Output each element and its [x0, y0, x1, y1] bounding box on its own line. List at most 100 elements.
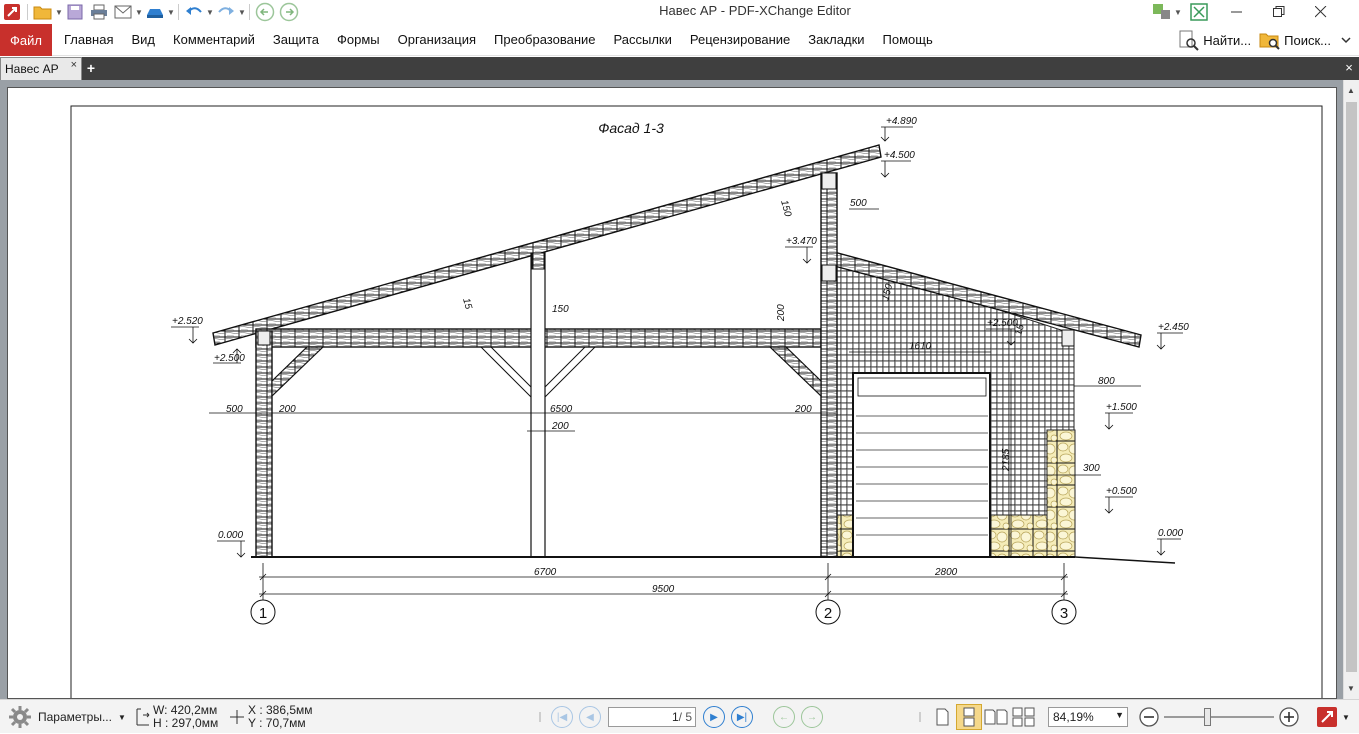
menu-item-4[interactable]: Формы [328, 24, 389, 56]
menu-item-6[interactable]: Преобразование [485, 24, 605, 56]
tab-close-icon[interactable]: × [71, 59, 77, 71]
two-page-continuous-icon[interactable] [1011, 705, 1037, 729]
app-logo-icon[interactable] [1, 1, 23, 23]
menu-item-9[interactable]: Закладки [799, 24, 873, 56]
elev-2500-left: +2.500 [214, 353, 245, 364]
zoom-in-icon[interactable] [1278, 706, 1300, 728]
pdf-dropdown-icon[interactable]: ▼ [1342, 713, 1350, 722]
menu-item-3[interactable]: Защита [264, 24, 328, 56]
redo-icon[interactable] [215, 1, 237, 23]
restore-button[interactable] [1258, 0, 1300, 24]
document-tab-label: Навес АР [5, 62, 59, 76]
status-bar: Параметры... ▼ W: 420,2мм H : 297,0мм X … [0, 699, 1359, 733]
prev-page-button[interactable]: ◀ [579, 706, 601, 728]
search-button[interactable]: Поиск... [1255, 29, 1335, 51]
page-layout-tools [918, 700, 1038, 734]
print-icon[interactable] [88, 1, 110, 23]
menu-item-5[interactable]: Организация [389, 24, 485, 56]
save-icon[interactable] [64, 1, 86, 23]
undo-dropdown-icon[interactable]: ▼ [206, 1, 214, 23]
options-button[interactable]: Параметры... ▼ [8, 700, 126, 734]
brace-left [271, 346, 325, 398]
continuous-page-button[interactable] [956, 704, 982, 730]
options-dropdown-icon[interactable]: ▼ [118, 713, 126, 722]
zoom-slider[interactable] [1164, 707, 1274, 727]
document-viewport[interactable]: Фасад 1-3 +4.890 +4.500 +3.470 +2.520 +2… [0, 80, 1343, 702]
dim-500-left: 500 [226, 404, 243, 415]
last-page-button[interactable]: ▶| [731, 706, 753, 728]
post-middle [530, 252, 546, 558]
first-page-button[interactable]: |◀ [551, 706, 573, 728]
page-navigation: |◀ ◀ 1 / 5 ▶ ▶| ← → [538, 700, 826, 734]
zoom-select[interactable]: 84,19% ▼ [1048, 707, 1128, 727]
customize-icon[interactable] [1151, 1, 1173, 23]
menu-item-0[interactable]: Главная [55, 24, 122, 56]
elev-2500-right: +2.500 [987, 318, 1018, 329]
scan-dropdown-icon[interactable]: ▼ [167, 1, 175, 23]
email-icon[interactable] [112, 1, 134, 23]
elev-0500: +0.500 [1106, 486, 1137, 497]
pdf-page: Фасад 1-3 +4.890 +4.500 +3.470 +2.520 +2… [7, 87, 1337, 702]
file-menu-button[interactable]: Файл [0, 24, 52, 56]
separator [178, 4, 179, 20]
cursor-y: Y : 70,7мм [248, 716, 306, 730]
facade-drawing: Фасад 1-3 +4.890+4.500+3.470+2.520+2.500… [70, 105, 1323, 702]
email-dropdown-icon[interactable]: ▼ [135, 1, 143, 23]
nav-grip-icon [539, 712, 541, 722]
zoom-value: 84,19% [1053, 710, 1094, 724]
dim-1610: 1610 [909, 341, 932, 352]
gear-icon [9, 706, 31, 728]
pdf-icon[interactable] [1316, 706, 1338, 728]
customize-dropdown-icon[interactable]: ▼ [1174, 1, 1182, 23]
next-page-button[interactable]: ▶ [703, 706, 725, 728]
layout-grip-icon [919, 712, 921, 722]
open-folder-icon[interactable] [32, 1, 54, 23]
page-size-icon [136, 708, 150, 726]
menu-bar: Файл Главная Вид Комментарий Защита Формы Орг… [0, 24, 1359, 56]
back-arrow-icon[interactable] [254, 1, 276, 23]
stone-cladding-left [836, 514, 854, 558]
page-number-input[interactable]: 1 / 5 [608, 707, 696, 727]
menu-item-2[interactable]: Комментарий [164, 24, 264, 56]
menu-item-7[interactable]: Рассылки [605, 24, 681, 56]
vertical-scrollbar[interactable]: ▲ ▼ [1343, 80, 1359, 699]
scan-icon[interactable] [144, 1, 166, 23]
open-dropdown-icon[interactable]: ▼ [55, 1, 63, 23]
zoom-dropdown-icon[interactable]: ▼ [1115, 710, 1124, 720]
close-button[interactable] [1300, 0, 1342, 24]
minimize-button[interactable] [1216, 0, 1258, 24]
post-axis-1 [255, 330, 273, 558]
zoom-out-icon[interactable] [1138, 706, 1160, 728]
page-current: 1 [671, 710, 679, 724]
undo-icon[interactable] [183, 1, 205, 23]
find-icon [1179, 30, 1199, 51]
forward-arrow-icon[interactable] [278, 1, 300, 23]
search-folder-icon [1259, 33, 1280, 50]
zoom-slider-thumb[interactable] [1204, 708, 1211, 726]
options-label: Параметры... [38, 710, 112, 724]
dim-300: 300 [1083, 463, 1100, 474]
zoom-controls: 84,19% ▼ ▼ [1048, 700, 1350, 734]
elev-4890: +4.890 [886, 116, 917, 127]
document-tab[interactable]: Навес АР × [0, 57, 82, 80]
menu-item-1[interactable]: Вид [122, 24, 164, 56]
prev-view-button[interactable]: ← [773, 706, 795, 728]
menu-item-10[interactable]: Помощь [874, 24, 942, 56]
cursor-position: X : 386,5мм Y : 70,7мм [229, 700, 313, 734]
find-button[interactable]: Найти... [1174, 29, 1255, 51]
ribbon-collapse-icon[interactable] [1335, 36, 1359, 44]
dim-2800: 2800 [934, 567, 958, 578]
axis-label-1: 1 [259, 605, 267, 622]
scroll-up-icon[interactable]: ▲ [1347, 86, 1355, 95]
new-tab-icon[interactable]: + [84, 60, 98, 76]
scroll-thumb[interactable] [1346, 102, 1357, 672]
next-view-button[interactable]: → [801, 706, 823, 728]
close-all-tabs-icon[interactable]: × [1343, 60, 1355, 76]
scroll-down-icon[interactable]: ▼ [1347, 684, 1355, 693]
single-page-icon[interactable] [930, 705, 954, 729]
menu-item-8[interactable]: Рецензирование [681, 24, 799, 56]
redo-dropdown-icon[interactable]: ▼ [238, 1, 246, 23]
fullscreen-icon[interactable] [1188, 1, 1210, 23]
two-page-icon[interactable] [983, 705, 1009, 729]
elev-2520: +2.520 [172, 316, 203, 327]
